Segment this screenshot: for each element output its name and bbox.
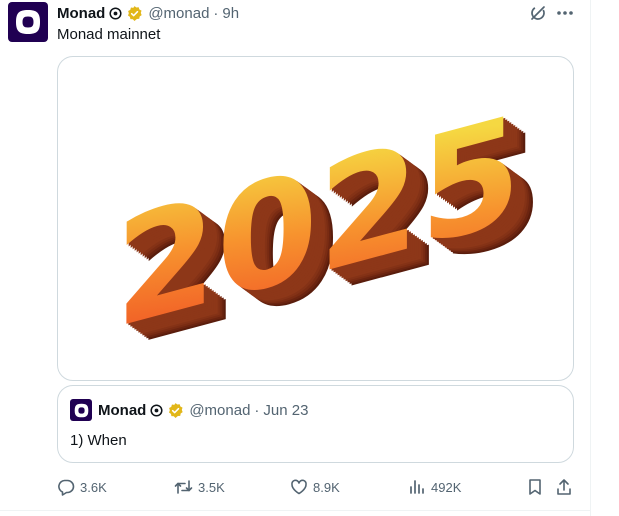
- more-icon: [557, 11, 573, 15]
- grok-button[interactable]: [527, 3, 549, 23]
- tweet-timestamp[interactable]: 9h: [222, 5, 239, 22]
- quoted-author-avatar[interactable]: [70, 399, 92, 421]
- reply-icon: [58, 479, 75, 496]
- monad-logo-icon: [16, 10, 40, 34]
- share-button[interactable]: [554, 477, 574, 497]
- tweet-header: Monad @monad · 9h: [57, 4, 239, 22]
- tweet-media[interactable]: 2025 2025 2025 2025 2025 2025 2025 2025 …: [57, 56, 574, 381]
- quoted-tweet-card[interactable]: Monad @monad · Jun 23 1) When: [57, 385, 574, 463]
- tweet-divider: [0, 510, 590, 511]
- share-icon: [557, 479, 571, 495]
- like-icon: [291, 479, 307, 495]
- like-count: 8.9K: [313, 479, 340, 495]
- quoted-tweet-timestamp: Jun 23: [263, 401, 309, 419]
- author-avatar[interactable]: [8, 2, 48, 42]
- affiliate-badge-icon: [150, 403, 163, 417]
- verified-badge-icon: [167, 402, 184, 419]
- timeline-right-border: [590, 0, 591, 516]
- separator-dot: ·: [254, 401, 260, 419]
- affiliate-badge-icon: [109, 6, 122, 20]
- like-button[interactable]: 8.9K: [290, 477, 340, 497]
- grok-icon: [531, 6, 545, 20]
- bookmark-button[interactable]: [525, 477, 545, 497]
- tweet-text: Monad mainnet: [57, 26, 161, 43]
- quoted-author-name[interactable]: Monad: [98, 402, 146, 419]
- reply-count: 3.6K: [80, 479, 107, 495]
- views-count: 492K: [431, 479, 462, 495]
- views-icon: [410, 480, 424, 494]
- bookmark-icon: [529, 479, 541, 495]
- author-name[interactable]: Monad: [57, 5, 105, 22]
- author-handle[interactable]: @monad: [148, 5, 209, 22]
- more-button[interactable]: [554, 3, 576, 23]
- repost-button[interactable]: 3.5K: [174, 477, 225, 497]
- separator-dot: ·: [213, 4, 219, 22]
- repost-icon: [174, 480, 193, 494]
- reply-button[interactable]: 3.6K: [57, 477, 107, 497]
- quoted-tweet-header: Monad @monad · Jun 23: [98, 401, 308, 419]
- quoted-tweet-text: 1) When: [70, 432, 127, 449]
- repost-count: 3.5K: [198, 479, 225, 495]
- quoted-author-handle: @monad: [189, 401, 251, 419]
- views-button[interactable]: 492K: [408, 477, 461, 497]
- monad-logo-icon: [74, 403, 88, 417]
- year-2025-graphic: 2025 2025 2025 2025 2025 2025 2025 2025 …: [115, 83, 543, 378]
- verified-badge-icon[interactable]: [126, 5, 143, 22]
